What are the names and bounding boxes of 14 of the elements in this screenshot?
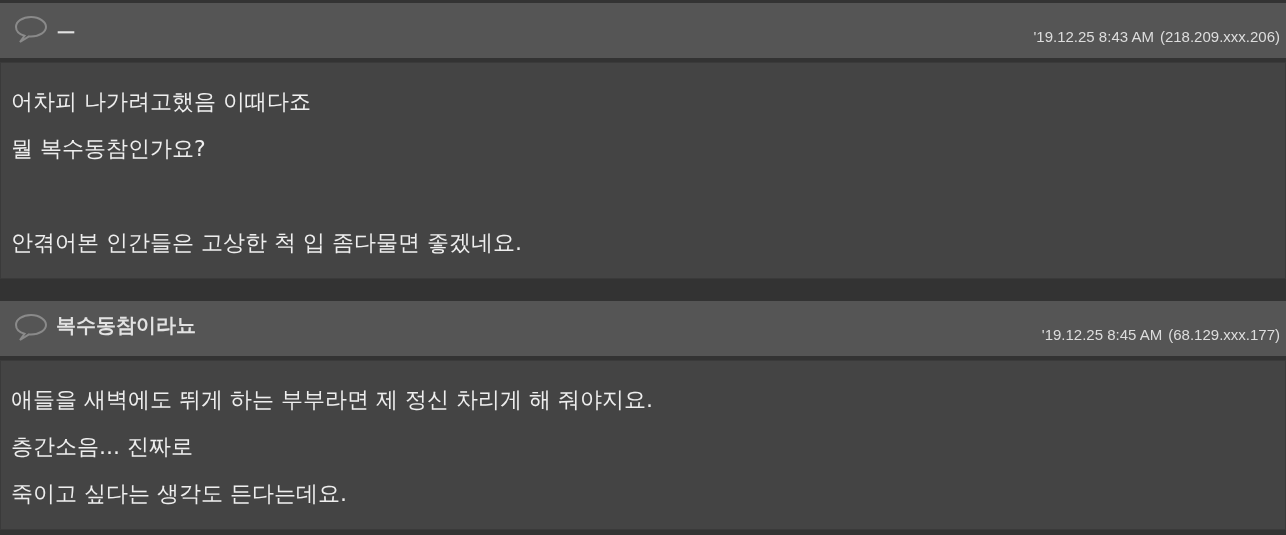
speech-bubble-icon xyxy=(14,312,48,341)
post-date: '19.12.25 8:43 AM xyxy=(1033,28,1154,45)
ip-address: (68.129.xxx.177) xyxy=(1168,326,1280,343)
ip-address: (218.209.xxx.206) xyxy=(1159,28,1280,45)
comment-text: 애들을 새벽에도 뛰게 하는 부부라면 제 정신 차리게 해 줘야지요. xyxy=(11,386,654,414)
post-date: '19.12.25 8:45 AM xyxy=(1041,326,1163,343)
comment-text: 어차피 나가려고했음 이때다죠 xyxy=(11,88,312,116)
comment-text: 뭘 복수동참인가요? xyxy=(11,135,207,163)
author-name: 복수동참이라뇨 xyxy=(56,312,196,339)
comment-text: 안겪어본 인간들은 고상한 척 입 좀다물면 좋겠네요. xyxy=(11,229,523,257)
comment-text: 층간소음... 진짜로 xyxy=(11,433,194,461)
author-name: ㅡ xyxy=(56,14,76,41)
speech-bubble-icon xyxy=(14,14,48,43)
comment-text: 죽이고 싶다는 생각도 든다는데요. xyxy=(11,480,348,508)
